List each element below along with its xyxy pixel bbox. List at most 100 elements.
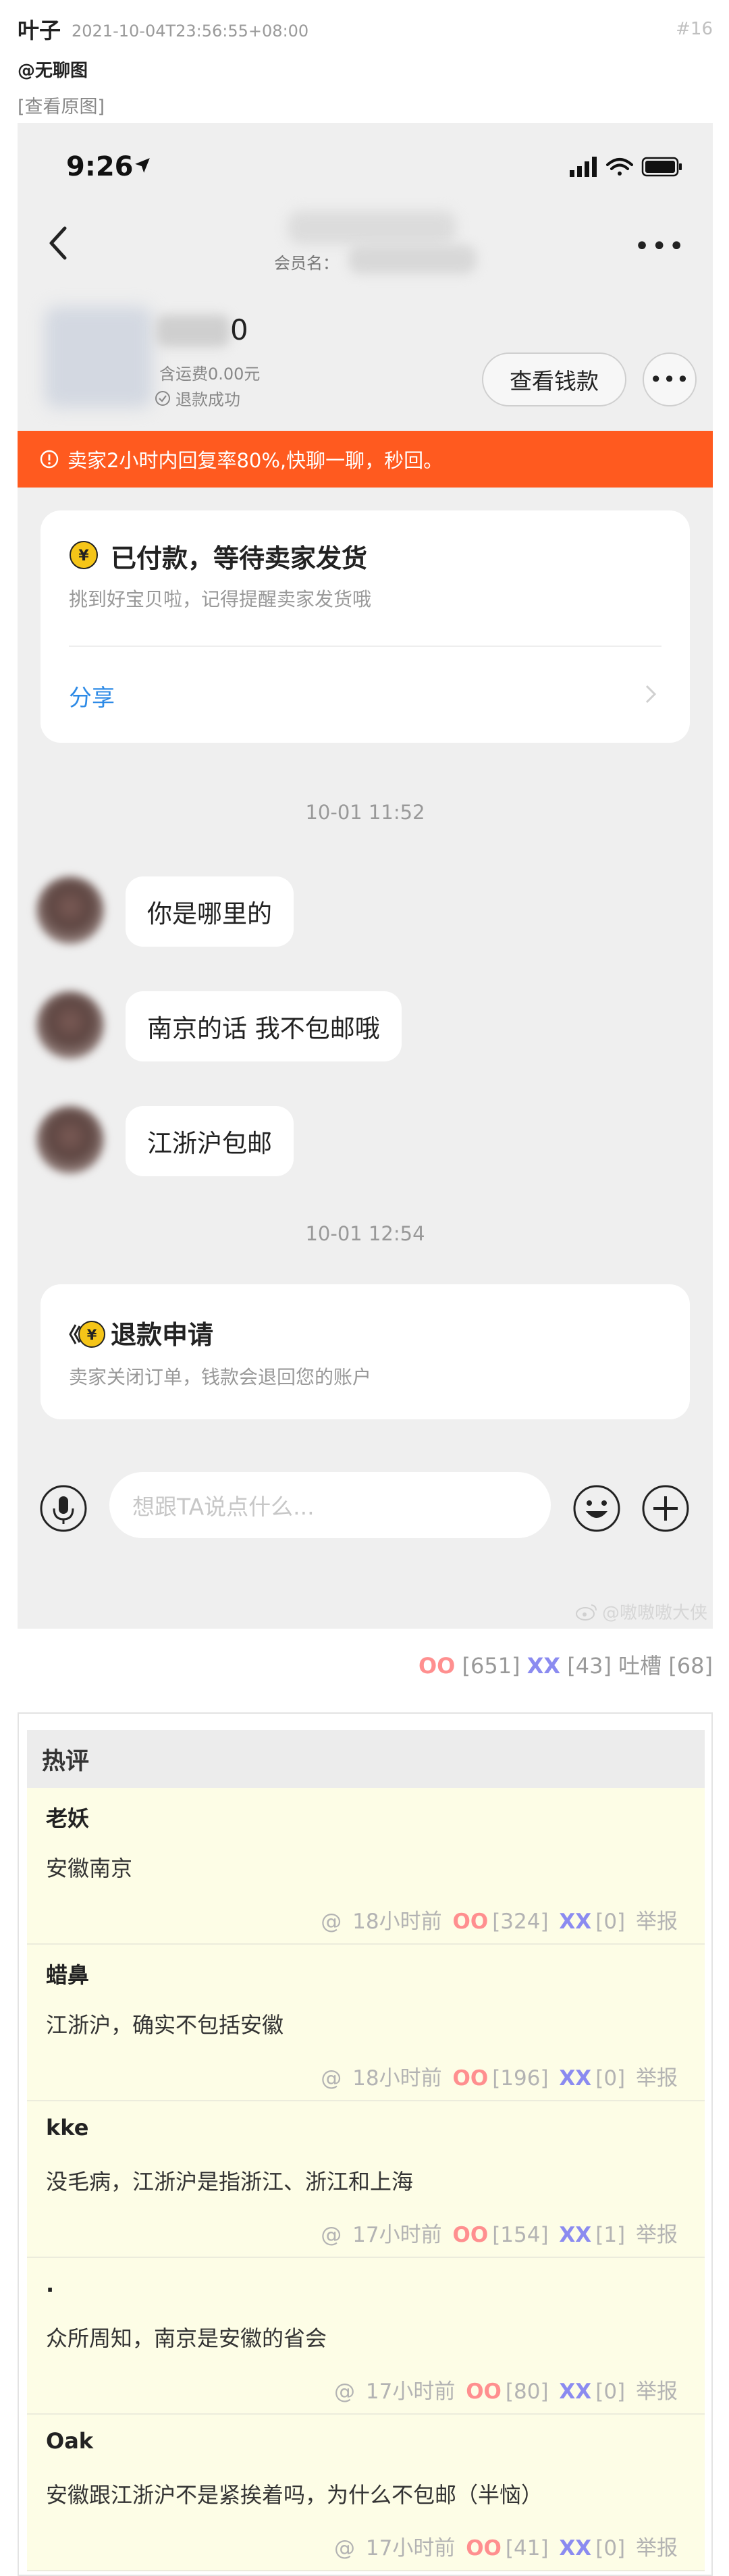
comment-item: . 众所周知，南京是安徽的省会 @ 17小时前 OO [80] XX [0] 举报 bbox=[27, 2258, 705, 2415]
comment-oo-count: [196] bbox=[492, 2066, 549, 2091]
order-price: 0 bbox=[230, 313, 248, 346]
comment-xx-button[interactable]: XX bbox=[559, 2536, 591, 2560]
post-timestamp: 2021-10-04T23:56:55+08:00 bbox=[72, 22, 309, 41]
post-header: 叶子 2021-10-04T23:56:55+08:00 #16 bbox=[18, 9, 713, 50]
comment-xx-count: [0] bbox=[595, 2536, 626, 2560]
paid-status-title: 已付款，等待卖家发货 bbox=[111, 544, 368, 573]
chevron-right-icon[interactable] bbox=[643, 681, 659, 708]
comment-time: 17小时前 bbox=[365, 2536, 456, 2560]
report-button[interactable]: 举报 bbox=[636, 2223, 678, 2247]
comment-meta: @ 17小时前 OO [154] XX [1] 举报 bbox=[317, 2217, 678, 2248]
check-circle-icon bbox=[155, 390, 170, 406]
comment-oo-button[interactable]: OO bbox=[452, 2223, 488, 2247]
plus-circle-icon[interactable] bbox=[641, 1484, 690, 1533]
wifi-icon bbox=[606, 158, 633, 176]
reply-rate-notice[interactable]: 卖家2小时内回复率80%,快聊一聊，秒回。 bbox=[18, 431, 713, 488]
weibo-watermark: @嗷嗷嗷大侠 bbox=[575, 1599, 707, 1624]
back-chevron-icon[interactable] bbox=[45, 223, 72, 263]
refund-request-subtitle: 卖家关闭订单，钱款会退回您的账户 bbox=[69, 1366, 372, 1388]
comment-meta: @ 18小时前 OO [324] XX [0] 举报 bbox=[317, 1904, 678, 1935]
comment-oo-button[interactable]: OO bbox=[452, 1910, 488, 1934]
comment-author[interactable]: 蜡鼻 bbox=[46, 1958, 89, 1989]
comment-text: 安徽南京 bbox=[46, 1856, 133, 1881]
tucao-count: [68] bbox=[668, 1653, 713, 1679]
comment-author[interactable]: Oak bbox=[46, 2428, 93, 2454]
report-button[interactable]: 举报 bbox=[636, 1910, 678, 1934]
member-name-label: 会员名： bbox=[274, 254, 339, 273]
refund-status: 退款成功 bbox=[154, 386, 240, 410]
comment-item: 老妖 安徽南京 @ 18小时前 OO [324] XX [0] 举报 bbox=[27, 1788, 705, 1945]
refund-request-card[interactable]: ¥ 退款申请 卖家关闭订单，钱款会退回您的账户 bbox=[40, 1284, 690, 1419]
avatar[interactable] bbox=[36, 991, 104, 1059]
comment-author[interactable]: kke bbox=[46, 2115, 88, 2140]
tucao-button[interactable]: 吐槽 bbox=[618, 1653, 662, 1679]
comment-time: 17小时前 bbox=[365, 2380, 456, 2404]
microphone-icon[interactable] bbox=[39, 1484, 88, 1533]
share-link[interactable]: 分享 bbox=[69, 679, 115, 712]
xx-vote-button[interactable]: XX bbox=[527, 1653, 560, 1679]
post-number[interactable]: #16 bbox=[676, 19, 713, 39]
comment-author[interactable]: . bbox=[46, 2271, 54, 2297]
comment-xx-button[interactable]: XX bbox=[559, 2066, 591, 2091]
emoji-icon[interactable] bbox=[572, 1484, 621, 1533]
embedded-screenshot[interactable]: 9:26 会员名： ••• 0 含运费0.00元 退款成功 查看钱款 ••• 卖… bbox=[18, 123, 713, 1629]
status-bar-time: 9:26 bbox=[66, 151, 134, 182]
comment-time: 18小时前 bbox=[352, 2066, 442, 2091]
oo-vote-button[interactable]: OO bbox=[418, 1653, 455, 1679]
comment-oo-button[interactable]: OO bbox=[452, 2066, 488, 2091]
chat-timestamp: 10-01 12:54 bbox=[305, 1222, 425, 1245]
reply-at-button[interactable]: @ bbox=[334, 2536, 355, 2560]
report-button[interactable]: 举报 bbox=[636, 2536, 678, 2560]
comment-oo-button[interactable]: OO bbox=[466, 2536, 502, 2560]
comment-xx-button[interactable]: XX bbox=[559, 2380, 591, 2404]
oo-vote-count: [651] bbox=[462, 1653, 520, 1679]
comment-time: 18小时前 bbox=[352, 1910, 442, 1934]
report-button[interactable]: 举报 bbox=[636, 2380, 678, 2404]
yuan-coin-icon: ¥ bbox=[70, 541, 98, 569]
comment-xx-button[interactable]: XX bbox=[559, 1910, 591, 1934]
post-author[interactable]: 叶子 bbox=[18, 14, 61, 45]
comment-author[interactable]: 老妖 bbox=[46, 1802, 89, 1833]
reply-at-button[interactable]: @ bbox=[321, 2223, 342, 2247]
comment-meta: @ 17小时前 OO [80] XX [0] 举报 bbox=[330, 2374, 678, 2404]
nav-more-button[interactable]: ••• bbox=[634, 231, 686, 262]
location-arrow-icon bbox=[135, 158, 150, 173]
report-button[interactable]: 举报 bbox=[636, 2066, 678, 2091]
comment-meta: @ 17小时前 OO [41] XX [0] 举报 bbox=[330, 2531, 678, 2561]
comment-oo-count: [41] bbox=[505, 2536, 549, 2560]
vote-bar: OO [651] XX [43] 吐槽 [68] bbox=[418, 1649, 713, 1680]
watermark-text: @嗷嗷嗷大侠 bbox=[601, 1603, 707, 1623]
message-input[interactable]: 想跟TA说点什么... bbox=[109, 1472, 551, 1538]
chat-bubble[interactable]: 江浙沪包邮 bbox=[126, 1106, 294, 1176]
reply-at-button[interactable]: @ bbox=[334, 2380, 355, 2404]
goods-thumbnail-redacted[interactable] bbox=[45, 307, 153, 408]
comment-oo-button[interactable]: OO bbox=[466, 2380, 502, 2404]
comment-xx-count: [0] bbox=[595, 2066, 626, 2091]
svg-text:¥: ¥ bbox=[87, 1327, 97, 1343]
chat-bubble[interactable]: 你是哪里的 bbox=[126, 876, 294, 947]
svg-text:¥: ¥ bbox=[78, 548, 89, 564]
reply-at-button[interactable]: @ bbox=[321, 1910, 342, 1934]
paid-status-card[interactable]: ¥ 已付款，等待卖家发货 挑到好宝贝啦，记得提醒卖家发货哦 分享 bbox=[40, 510, 690, 743]
comment-oo-count: [154] bbox=[492, 2223, 549, 2247]
weibo-icon bbox=[575, 1604, 597, 1621]
hot-comments-panel: 热评 老妖 安徽南京 @ 18小时前 OO [324] XX [0] 举报 蜡鼻 江… bbox=[18, 1712, 713, 2576]
refund-status-text: 退款成功 bbox=[176, 390, 240, 409]
warning-circle-icon bbox=[40, 450, 59, 469]
avatar[interactable] bbox=[36, 876, 104, 944]
chat-bubble[interactable]: 南京的话 我不包邮哦 bbox=[126, 991, 402, 1061]
comment-xx-count: [0] bbox=[595, 2380, 626, 2404]
shipping-fee: 含运费0.00元 bbox=[159, 365, 261, 384]
card-divider bbox=[69, 646, 662, 647]
reply-at-button[interactable]: @ bbox=[321, 2066, 342, 2091]
post-mention: @无聊图 bbox=[18, 61, 88, 81]
comment-xx-button[interactable]: XX bbox=[559, 2223, 591, 2247]
comment-text: 众所周知，南京是安徽的省会 bbox=[46, 2325, 327, 2351]
view-wallet-button[interactable]: 查看钱款 bbox=[482, 352, 626, 406]
order-more-button[interactable]: ••• bbox=[643, 352, 697, 406]
comment-meta: @ 18小时前 OO [196] XX [0] 举报 bbox=[317, 2061, 678, 2091]
signal-icon bbox=[570, 157, 597, 177]
refund-request-title: 退款申请 bbox=[111, 1320, 214, 1350]
avatar[interactable] bbox=[36, 1106, 104, 1174]
view-original-link[interactable]: [查看原图] bbox=[18, 92, 105, 118]
